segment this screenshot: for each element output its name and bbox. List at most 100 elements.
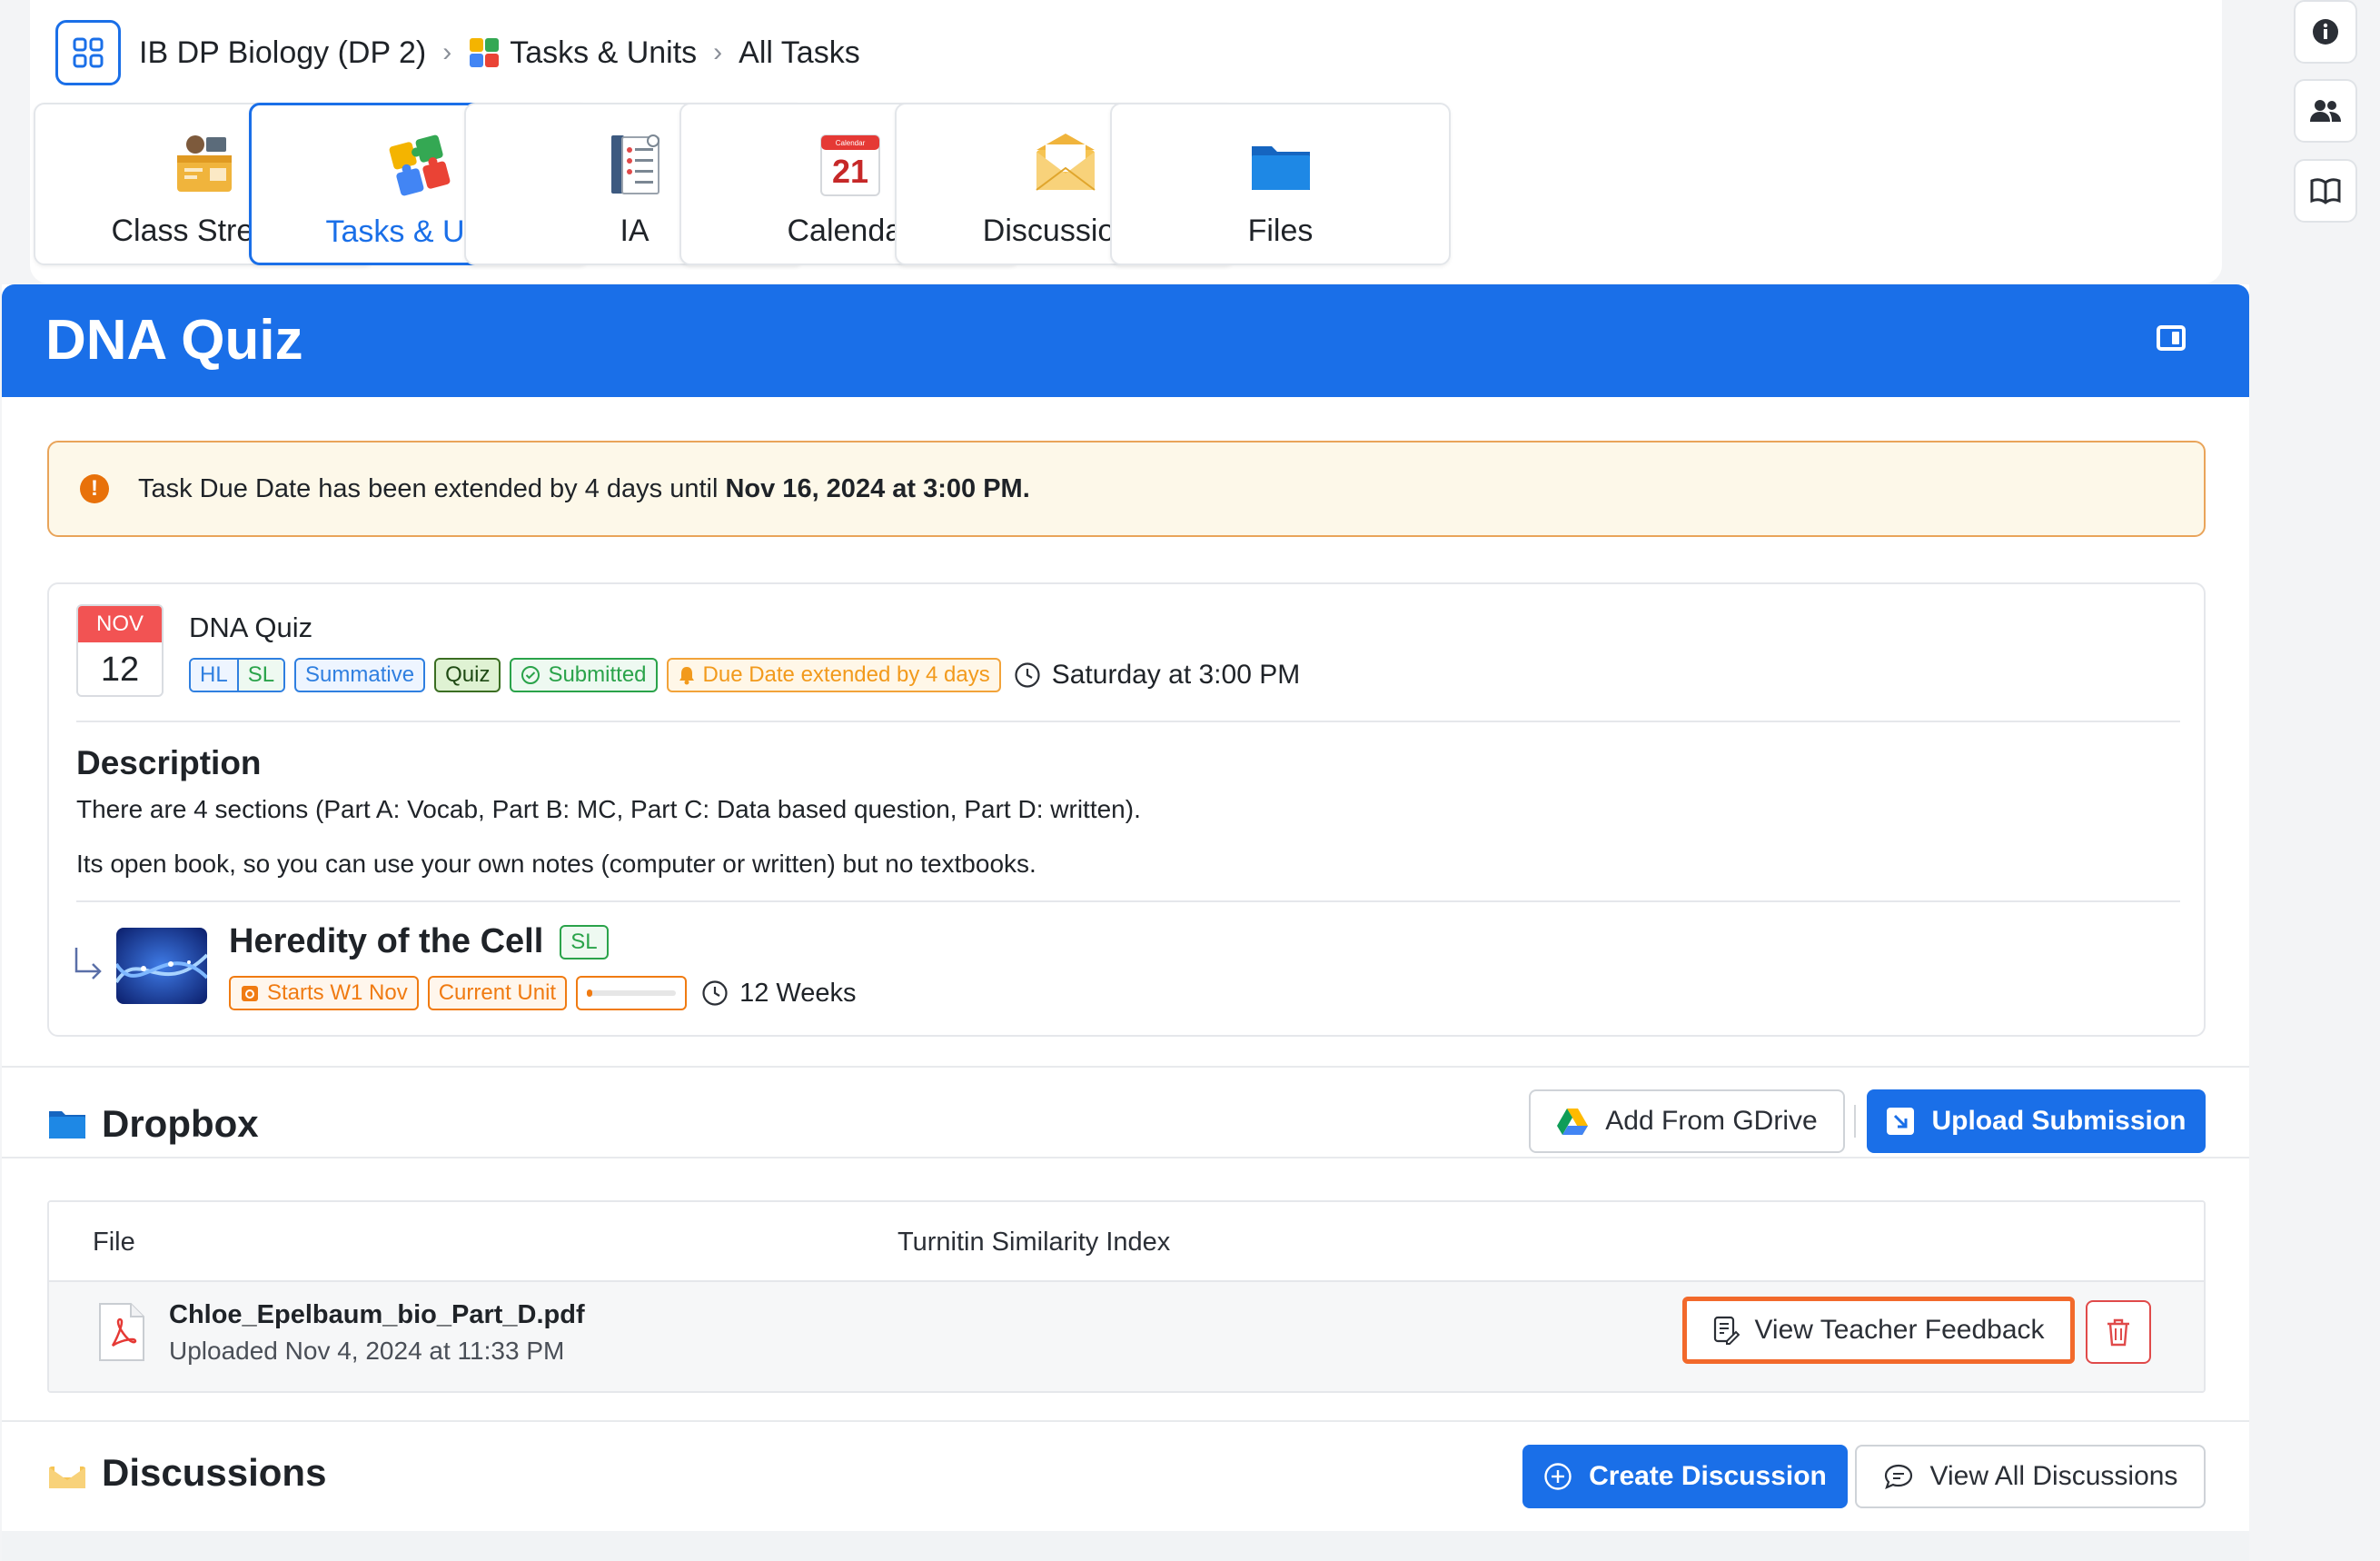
page-title: DNA Quiz [45, 309, 303, 372]
table-header: File Turnitin Similarity Index [49, 1202, 2204, 1282]
people-icon [2310, 100, 2341, 122]
view-teacher-feedback-button[interactable]: View Teacher Feedback [1682, 1297, 2075, 1364]
description-heading: Description [76, 744, 262, 781]
check-circle-icon [521, 666, 540, 684]
info-button[interactable] [2294, 0, 2357, 64]
alert-date: Nov 16, 2024 at 3:00 PM. [725, 473, 1030, 503]
puzzle-icon [470, 38, 500, 67]
task-tags: HL SL Summative Quiz Submitted Due Date … [189, 657, 1300, 693]
apps-grid-button[interactable] [55, 20, 121, 85]
unit-status-badge: Current Unit [427, 976, 568, 1010]
sidebar-toggle-icon[interactable] [2157, 325, 2186, 351]
sl-label: SL [238, 660, 284, 691]
tab-label: Calendar [787, 214, 913, 248]
svg-text:Calendar: Calendar [835, 139, 865, 147]
file-upload-date: Uploaded Nov 4, 2024 at 11:33 PM [169, 1337, 565, 1365]
task-detail-panel: DNA Quiz ! Task Due Date has been extend… [2, 284, 2249, 1561]
file-name[interactable]: Chloe_Epelbaum_bio_Part_D.pdf [169, 1300, 585, 1330]
google-drive-icon [1557, 1109, 1589, 1135]
calendar-icon: Calendar 21 [812, 126, 888, 203]
gradebook-button[interactable] [2294, 159, 2357, 223]
view-all-label: View All Discussions [1929, 1461, 2178, 1491]
gdrive-label: Add From GDrive [1605, 1106, 1818, 1136]
svg-text:21: 21 [831, 153, 868, 190]
create-discussion-label: Create Discussion [1589, 1461, 1827, 1491]
breadcrumb-section[interactable]: Tasks & Units [468, 35, 697, 71]
discussions-title: Discussions [102, 1451, 327, 1494]
upload-label: Upload Submission [1931, 1106, 2187, 1136]
pdf-file-icon [99, 1303, 144, 1361]
members-button[interactable] [2294, 79, 2357, 143]
unit-title[interactable]: Heredity of the Cell SL [229, 922, 609, 961]
tab-label: Files [1247, 214, 1314, 248]
add-from-gdrive-button[interactable]: Add From GDrive [1529, 1089, 1845, 1153]
puzzle-icon [382, 127, 458, 204]
envelope-icon [1027, 126, 1104, 203]
ia-notebook-icon [597, 126, 673, 203]
discussions-heading: Discussions [47, 1451, 326, 1495]
section-divider [2, 1420, 2249, 1422]
unit-title-text: Heredity of the Cell [229, 922, 544, 960]
folder-icon [1243, 126, 1319, 203]
unit-level-badge: SL [560, 924, 609, 959]
submitted-label: Submitted [548, 662, 647, 687]
alert-text: Task Due Date has been extended by 4 day… [138, 473, 726, 503]
divider [76, 721, 2180, 722]
info-icon [2313, 19, 2338, 45]
footer-background [2, 1531, 2249, 1561]
description-text: Its open book, so you can use your own n… [76, 850, 1036, 878]
task-banner: DNA Quiz [2, 284, 2249, 397]
submission-table: File Turnitin Similarity Index Chloe_Epe… [47, 1200, 2206, 1393]
breadcrumb-chevron-icon: › [713, 37, 723, 67]
extension-label: Due Date extended by 4 days [702, 662, 990, 687]
extension-badge: Due Date extended by 4 days [666, 658, 1001, 692]
submitted-badge: Submitted [510, 658, 658, 692]
due-date-alert: ! Task Due Date has been extended by 4 d… [47, 441, 2206, 537]
apps-grid-icon [73, 37, 104, 68]
upload-submission-button[interactable]: Upload Submission [1867, 1089, 2206, 1153]
unit-start-label: Starts W1 Nov [267, 980, 408, 1005]
view-all-discussions-button[interactable]: View All Discussions [1855, 1445, 2206, 1508]
unit-tags: Starts W1 Nov Current Unit 12 Weeks [229, 975, 857, 1011]
level-badge: HL SL [189, 658, 286, 692]
upload-icon [1887, 1108, 1915, 1135]
unit-thumbnail[interactable] [116, 928, 207, 1004]
tab-label: IA [620, 214, 650, 248]
hl-label: HL [191, 660, 239, 691]
unit-duration: 12 Weeks [701, 978, 857, 1009]
divider [76, 900, 2180, 902]
chat-bubble-icon [1884, 1464, 1912, 1489]
dropbox-heading: Dropbox [47, 1102, 259, 1146]
course-header: IB DP Biology (DP 2) › Tasks & Units › A… [30, 0, 2222, 283]
feedback-label: View Teacher Feedback [1754, 1315, 2045, 1345]
plus-circle-icon [1544, 1463, 1572, 1490]
date-badge: NOV 12 [76, 604, 164, 697]
tab-files[interactable]: Files [1110, 103, 1451, 265]
breadcrumb-current-page[interactable]: All Tasks [739, 35, 860, 71]
subdirectory-arrow-icon [74, 948, 102, 979]
task-card: NOV 12 DNA Quiz HL SL Summative Quiz Sub… [47, 582, 2206, 1037]
column-header-turnitin: Turnitin Similarity Index [897, 1228, 1171, 1257]
due-time: Saturday at 3:00 PM [1014, 660, 1300, 691]
description-text: There are 4 sections (Part A: Vocab, Par… [76, 795, 1141, 823]
breadcrumb-section-label: Tasks & Units [510, 35, 698, 70]
class-stream-icon [166, 126, 243, 203]
envelope-icon [49, 1461, 85, 1488]
date-day: 12 [100, 650, 140, 689]
section-divider [2, 1066, 2249, 1068]
clock-icon [702, 980, 728, 1006]
feedback-document-icon [1714, 1316, 1740, 1345]
book-icon [2310, 178, 2341, 204]
unit-progress-fill [587, 989, 592, 997]
delete-file-button[interactable] [2086, 1300, 2151, 1364]
warning-icon: ! [80, 474, 109, 503]
create-discussion-button[interactable]: Create Discussion [1522, 1445, 1848, 1508]
breadcrumb-course[interactable]: IB DP Biology (DP 2) [139, 35, 426, 71]
bell-icon [679, 667, 694, 685]
breadcrumb: IB DP Biology (DP 2) › Tasks & Units › A… [139, 27, 860, 78]
column-header-file: File [93, 1228, 135, 1257]
summative-badge: Summative [294, 658, 426, 692]
unit-duration-label: 12 Weeks [739, 978, 857, 1008]
table-row[interactable]: Chloe_Epelbaum_bio_Part_D.pdf Uploaded N… [49, 1282, 2204, 1391]
quiz-badge: Quiz [434, 658, 501, 692]
